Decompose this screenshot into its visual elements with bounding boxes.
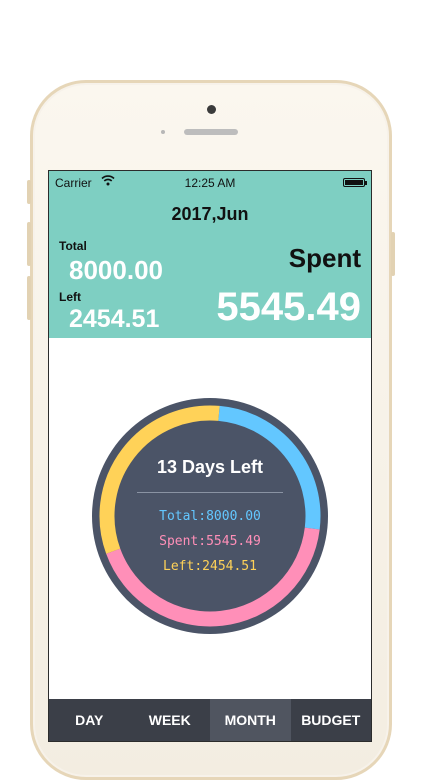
left-value: 2454.51 bbox=[69, 305, 160, 333]
power-button bbox=[391, 232, 395, 276]
tab-day-label: DAY bbox=[75, 712, 104, 728]
volume-up-button bbox=[27, 222, 31, 266]
front-camera bbox=[207, 105, 216, 114]
month-title[interactable]: 2017,Jun bbox=[49, 204, 371, 225]
gauge-divider bbox=[137, 492, 283, 493]
earpiece-speaker bbox=[184, 129, 238, 135]
tab-month[interactable]: MONTH bbox=[210, 699, 291, 741]
tab-bar: DAY WEEK MONTH BUDGET bbox=[49, 699, 371, 741]
app-screen: Carrier 12:25 AM 2017,Jun Total 8000.00 … bbox=[48, 170, 372, 742]
gauge-left-line: Left:2454.51 bbox=[163, 559, 257, 574]
summary-header: Carrier 12:25 AM 2017,Jun Total 8000.00 … bbox=[49, 171, 371, 338]
status-bar: Carrier 12:25 AM bbox=[49, 171, 371, 193]
clock: 12:25 AM bbox=[184, 176, 236, 190]
gauge-spent-line: Spent:5545.49 bbox=[159, 534, 261, 549]
budget-gauge: 13 Days Left Total:8000.00 Spent:5545.49… bbox=[89, 395, 331, 637]
tab-month-label: MONTH bbox=[224, 712, 276, 728]
mute-switch bbox=[27, 180, 31, 204]
tab-day[interactable]: DAY bbox=[49, 699, 130, 741]
tab-week[interactable]: WEEK bbox=[130, 699, 211, 741]
volume-down-button bbox=[27, 276, 31, 320]
total-label: Total bbox=[59, 239, 87, 253]
spent-value: 5545.49 bbox=[216, 285, 361, 329]
spent-label: Spent bbox=[288, 243, 361, 273]
gauge-total-line: Total:8000.00 bbox=[159, 509, 261, 524]
left-label: Left bbox=[59, 290, 81, 304]
tab-budget-label: BUDGET bbox=[301, 712, 361, 728]
battery-icon bbox=[343, 178, 367, 187]
days-left-label: 13 Days Left bbox=[156, 457, 264, 477]
total-value: 8000.00 bbox=[69, 255, 163, 285]
proximity-sensor bbox=[161, 130, 165, 134]
tab-week-label: WEEK bbox=[148, 712, 191, 728]
tab-budget[interactable]: BUDGET bbox=[291, 699, 372, 741]
